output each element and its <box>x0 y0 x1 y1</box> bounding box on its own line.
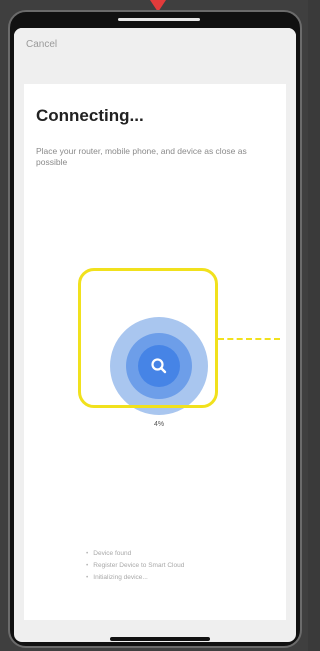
progress-label: 4% <box>153 421 165 428</box>
list-item: Initializing device... <box>86 572 286 584</box>
instruction-text: Place your router, mobile phone, and dev… <box>36 146 247 167</box>
top-bar: Cancel <box>14 28 296 84</box>
home-indicator[interactable] <box>110 637 210 641</box>
device-frame: Cancel Connecting... Place your router, … <box>0 0 308 651</box>
list-item: Device found <box>86 548 286 560</box>
highlight-connector-line <box>218 338 280 340</box>
connection-steps: Device found Register Device to Smart Cl… <box>86 548 286 584</box>
scan-highlight-box <box>78 268 218 408</box>
cancel-button[interactable]: Cancel <box>26 39 57 50</box>
speaker-slot <box>118 18 200 21</box>
page-title: Connecting... <box>36 106 144 125</box>
list-item: Register Device to Smart Cloud <box>86 560 286 572</box>
